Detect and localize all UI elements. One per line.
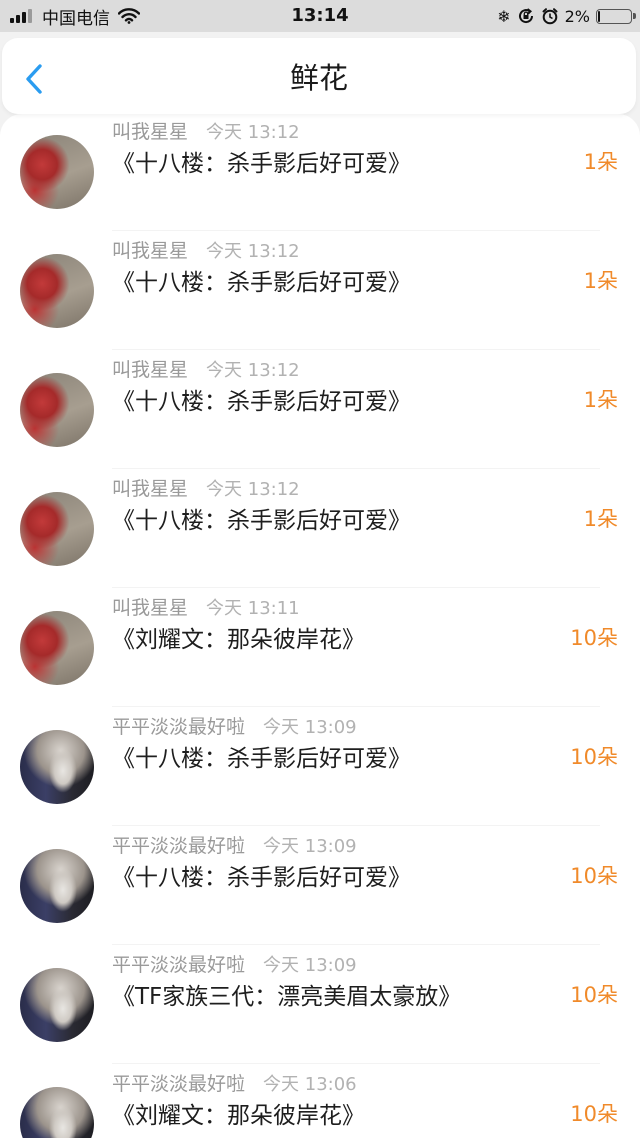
- timestamp: 今天 13:12: [206, 360, 300, 381]
- flower-count: 10朵: [570, 745, 618, 769]
- avatar[interactable]: [20, 968, 94, 1042]
- book-title[interactable]: 《十八楼：杀手影后好可爱》: [112, 739, 411, 773]
- avatar[interactable]: [20, 849, 94, 923]
- page-title: 鲜花: [289, 61, 348, 95]
- sender-name-text: 叫我星星: [112, 240, 189, 262]
- sender-name-text: 叫我星星: [112, 359, 189, 381]
- book-title[interactable]: 《刘耀文：那朵彼岸花》: [112, 620, 365, 654]
- flower-count: 1朵: [583, 150, 618, 174]
- battery-percent: 2%: [564, 6, 590, 26]
- list-item[interactable]: 叫我星星 今天 13:12 《十八楼：杀手影后好可爱》 1朵: [0, 350, 640, 469]
- sender-name-text: 平平淡淡最好啦: [112, 1073, 246, 1095]
- avatar[interactable]: [20, 611, 94, 685]
- rotation-lock-icon: [518, 8, 533, 24]
- flower-count: 10朵: [570, 864, 618, 888]
- flower-count: 10朵: [570, 626, 618, 650]
- list-item[interactable]: 叫我星星 今天 13:12 《十八楼：杀手影后好可爱》 1朵: [0, 469, 640, 588]
- battery-level: [598, 10, 600, 22]
- book-title[interactable]: 《十八楼：杀手影后好可爱》: [112, 144, 411, 178]
- book-title[interactable]: 《十八楼：杀手影后好可爱》: [112, 501, 411, 535]
- list-item[interactable]: 平平淡淡最好啦 今天 13:09 《十八楼：杀手影后好可爱》 10朵: [0, 707, 640, 826]
- sender-name[interactable]: 叫我星星 今天 13:12: [112, 236, 300, 263]
- timestamp: 今天 13:09: [263, 955, 357, 976]
- sender-name[interactable]: 平平淡淡最好啦 今天 13:06: [112, 1069, 357, 1096]
- list-item[interactable]: 叫我星星 今天 13:12 《十八楼：杀手影后好可爱》 1朵: [0, 114, 640, 231]
- book-title[interactable]: 《十八楼：杀手影后好可爱》: [112, 858, 411, 892]
- timestamp: 今天 13:09: [263, 836, 357, 857]
- timestamp: 今天 13:12: [206, 122, 300, 143]
- avatar[interactable]: [20, 254, 94, 328]
- battery-icon: [596, 8, 636, 24]
- timestamp: 今天 13:06: [263, 1074, 357, 1095]
- navigation-bar: 鲜花: [2, 38, 636, 114]
- sender-name[interactable]: 叫我星星 今天 13:11: [112, 593, 300, 620]
- flower-count: 1朵: [583, 388, 618, 412]
- timestamp: 今天 13:11: [206, 598, 300, 619]
- avatar[interactable]: [20, 730, 94, 804]
- status-bar: 中国电信 13:14 ❄ 2%: [0, 0, 640, 32]
- sender-name[interactable]: 平平淡淡最好啦 今天 13:09: [112, 712, 357, 739]
- list-item[interactable]: 叫我星星 今天 13:12 《十八楼：杀手影后好可爱》 1朵: [0, 231, 640, 350]
- book-title[interactable]: 《刘耀文：那朵彼岸花》: [112, 1096, 365, 1130]
- avatar[interactable]: [20, 135, 94, 209]
- list-item[interactable]: 叫我星星 今天 13:11 《刘耀文：那朵彼岸花》 10朵: [0, 588, 640, 707]
- avatar[interactable]: [20, 1087, 94, 1138]
- flower-count: 1朵: [583, 269, 618, 293]
- sender-name[interactable]: 平平淡淡最好啦 今天 13:09: [112, 950, 357, 977]
- list-item[interactable]: 平平淡淡最好啦 今天 13:09 《TF家族三代：漂亮美眉太豪放》 10朵: [0, 945, 640, 1064]
- avatar[interactable]: [20, 492, 94, 566]
- timestamp: 今天 13:12: [206, 241, 300, 262]
- sender-name-text: 叫我星星: [112, 121, 189, 143]
- sender-name[interactable]: 叫我星星 今天 13:12: [112, 117, 300, 144]
- snowflake-icon: ❄: [497, 6, 511, 26]
- sender-name-text: 叫我星星: [112, 597, 189, 619]
- sender-name[interactable]: 叫我星星 今天 13:12: [112, 474, 300, 501]
- timestamp: 今天 13:12: [206, 479, 300, 500]
- book-title[interactable]: 《TF家族三代：漂亮美眉太豪放》: [112, 977, 461, 1011]
- sender-name-text: 叫我星星: [112, 478, 189, 500]
- sender-name[interactable]: 叫我星星 今天 13:12: [112, 355, 300, 382]
- sender-name-text: 平平淡淡最好啦: [112, 835, 246, 857]
- flower-count: 10朵: [570, 983, 618, 1007]
- list-item[interactable]: 平平淡淡最好啦 今天 13:09 《十八楼：杀手影后好可爱》 10朵: [0, 826, 640, 945]
- list-item[interactable]: 平平淡淡最好啦 今天 13:06 《刘耀文：那朵彼岸花》 10朵: [0, 1064, 640, 1138]
- flower-count: 1朵: [583, 507, 618, 531]
- flower-count: 10朵: [570, 1102, 618, 1126]
- book-title[interactable]: 《十八楼：杀手影后好可爱》: [112, 263, 411, 297]
- sender-name-text: 平平淡淡最好啦: [112, 716, 246, 738]
- avatar[interactable]: [20, 373, 94, 447]
- sender-name-text: 平平淡淡最好啦: [112, 954, 246, 976]
- timestamp: 今天 13:09: [263, 717, 357, 738]
- alarm-icon: [542, 8, 558, 25]
- flower-list: 叫我星星 今天 13:12 《十八楼：杀手影后好可爱》 1朵 叫我星星 今天 13:12 《…: [0, 114, 640, 1138]
- status-bar-right: ❄ 2%: [491, 0, 636, 32]
- book-title[interactable]: 《十八楼：杀手影后好可爱》: [112, 382, 411, 416]
- sender-name[interactable]: 平平淡淡最好啦 今天 13:09: [112, 831, 357, 858]
